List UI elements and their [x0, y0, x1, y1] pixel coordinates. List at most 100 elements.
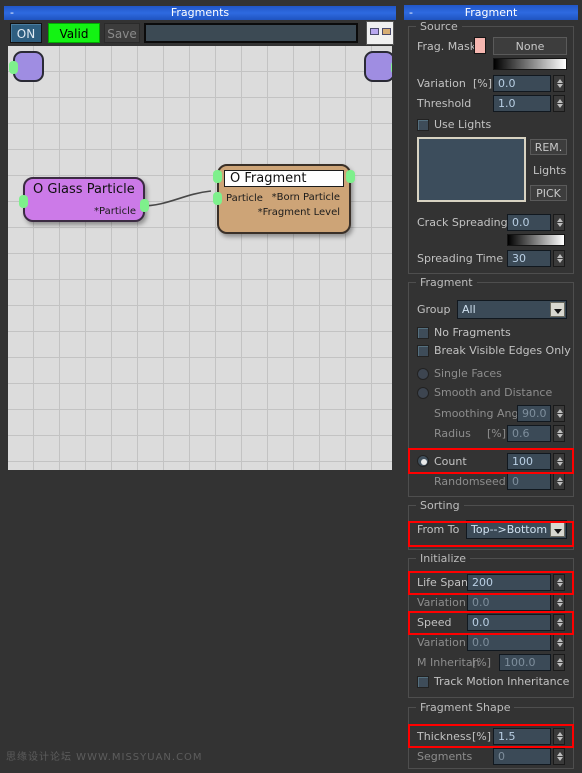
variation-input[interactable]: 0.0 — [493, 75, 551, 92]
save-button[interactable]: Save — [104, 23, 140, 43]
variation-unit: [%] — [473, 77, 493, 90]
count-label: Count — [434, 455, 467, 468]
chevron-down-icon[interactable] — [550, 302, 565, 317]
canvas-pill-right[interactable] — [364, 51, 392, 82]
randomseed-stepper[interactable] — [553, 473, 565, 490]
lights-preview-box[interactable] — [417, 137, 526, 202]
canvas-pill-left[interactable] — [9, 51, 44, 82]
variation-stepper[interactable] — [553, 75, 565, 92]
threshold-input[interactable]: 1.0 — [493, 95, 551, 112]
variation1-input[interactable]: 0.0 — [467, 594, 551, 611]
frag-mask-button[interactable]: None — [493, 37, 567, 55]
life-span-label: Life Span — [417, 576, 468, 589]
valid-button[interactable]: Valid — [48, 23, 100, 43]
life-span-input[interactable]: 200 — [467, 574, 551, 591]
node-glass-particle[interactable]: O Glass Particle *Particle — [19, 177, 149, 222]
node-output-label-born: *Born Particle — [271, 192, 340, 203]
crack-spreading-gradient[interactable] — [507, 234, 565, 246]
m-inheritan-label: M Inheritan — [417, 656, 480, 669]
variation2-stepper[interactable] — [553, 634, 565, 651]
smooth-and-distance-radio[interactable] — [417, 387, 429, 399]
spreading-time-label: Spreading Time — [417, 252, 504, 265]
speed-label: Speed — [417, 616, 452, 629]
node-name-input[interactable] — [144, 23, 358, 43]
use-lights-checkbox[interactable] — [417, 119, 429, 131]
node-output-label-level: *Fragment Level — [257, 207, 340, 218]
rem-button[interactable]: REM. — [530, 139, 567, 155]
node-title-field[interactable]: O Fragment — [224, 170, 344, 187]
life-span-stepper[interactable] — [553, 574, 565, 591]
node-input-port[interactable] — [19, 195, 28, 208]
speed-stepper[interactable] — [553, 614, 565, 631]
variation1-label: Variation — [417, 596, 466, 609]
count-radio[interactable] — [417, 455, 429, 467]
group-dropdown[interactable]: All — [457, 300, 567, 319]
smoothing-angle-input[interactable]: 90.0 — [517, 405, 551, 422]
source-group-legend: Source — [416, 20, 462, 33]
crack-spreading-stepper[interactable] — [553, 214, 565, 231]
node-output-label: *Particle — [94, 206, 136, 217]
node-output-port[interactable] — [140, 199, 149, 212]
pick-button[interactable]: PICK — [530, 185, 567, 201]
port-nub[interactable] — [391, 61, 392, 74]
crack-spreading-input[interactable]: 0.0 — [507, 214, 551, 231]
node-graph-canvas[interactable]: O Glass Particle *Particle O Fragment Pa… — [8, 46, 392, 470]
segments-stepper[interactable] — [553, 748, 565, 765]
fragments-window: - Fragments ON Valid Save O Glass Partic… — [0, 0, 400, 773]
count-stepper[interactable] — [553, 453, 565, 470]
thickness-stepper[interactable] — [553, 728, 565, 745]
port-nub[interactable] — [9, 61, 18, 74]
variation-label: Variation — [417, 77, 466, 90]
m-inheritan-stepper[interactable] — [553, 654, 565, 671]
node-input-port[interactable] — [213, 192, 222, 205]
single-faces-radio[interactable] — [417, 368, 429, 380]
frag-mask-label: Frag. Mask — [417, 40, 477, 53]
break-visible-edges-checkbox[interactable] — [417, 345, 429, 357]
sorting-group-legend: Sorting — [416, 499, 464, 512]
on-button[interactable]: ON — [10, 23, 42, 43]
right-window-title-bar: - Fragment — [404, 5, 578, 20]
node-header-port-left[interactable] — [213, 170, 222, 183]
break-visible-edges-label: Break Visible Edges Only — [434, 344, 571, 357]
radius-label: Radius — [434, 427, 471, 440]
speed-input[interactable]: 0.0 — [467, 614, 551, 631]
m-inheritan-input[interactable]: 100.0 — [499, 654, 551, 671]
track-motion-inheritance-checkbox[interactable] — [417, 676, 429, 688]
chevron-down-icon[interactable] — [550, 522, 565, 537]
smoothing-angle-stepper[interactable] — [553, 405, 565, 422]
no-fragments-checkbox[interactable] — [417, 327, 429, 339]
fragment-properties-panel: - Fragment Source Frag. Mask None Variat… — [400, 0, 582, 773]
node-title: O Fragment — [230, 171, 307, 186]
use-lights-label: Use Lights — [434, 118, 492, 131]
randomseed-input[interactable]: 0 — [507, 473, 551, 490]
node-fragment[interactable]: O Fragment Particle *Born Particle *Frag… — [213, 164, 355, 234]
threshold-label: Threshold — [417, 97, 472, 110]
frag-mask-swatch[interactable] — [474, 37, 486, 54]
radius-input[interactable]: 0.6 — [507, 425, 551, 442]
minimize-icon[interactable]: - — [409, 5, 413, 20]
node-editor-toolbar: ON Valid Save — [4, 21, 396, 45]
segments-input[interactable]: 0 — [493, 748, 551, 765]
thickness-input[interactable]: 1.5 — [493, 728, 551, 745]
threshold-stepper[interactable] — [553, 95, 565, 112]
source-group: Source Frag. Mask None Variation [%] 0.0… — [408, 20, 574, 274]
variation2-label: Variation — [417, 636, 466, 649]
m-inheritan-unit: [%] — [472, 656, 492, 669]
from-to-dropdown-value: Top-->Bottom — [471, 523, 548, 536]
radius-stepper[interactable] — [553, 425, 565, 442]
smooth-and-distance-label: Smooth and Distance — [434, 386, 553, 399]
right-window-title: Fragment — [464, 6, 518, 19]
legend-icon[interactable] — [366, 21, 394, 45]
spreading-time-stepper[interactable] — [553, 250, 565, 267]
node-header-port-right[interactable] — [346, 170, 355, 183]
count-input[interactable]: 100 — [507, 453, 551, 470]
variation2-input[interactable]: 0.0 — [467, 634, 551, 651]
from-to-dropdown[interactable]: Top-->Bottom — [466, 520, 567, 539]
spreading-time-input[interactable]: 30 — [507, 250, 551, 267]
frag-mask-gradient[interactable] — [493, 58, 567, 70]
variation1-stepper[interactable] — [553, 594, 565, 611]
minimize-icon[interactable]: - — [10, 6, 14, 20]
track-motion-inheritance-label: Track Motion Inheritance — [434, 675, 570, 688]
lights-label: Lights — [533, 164, 567, 177]
group-dropdown-value: All — [462, 303, 476, 316]
